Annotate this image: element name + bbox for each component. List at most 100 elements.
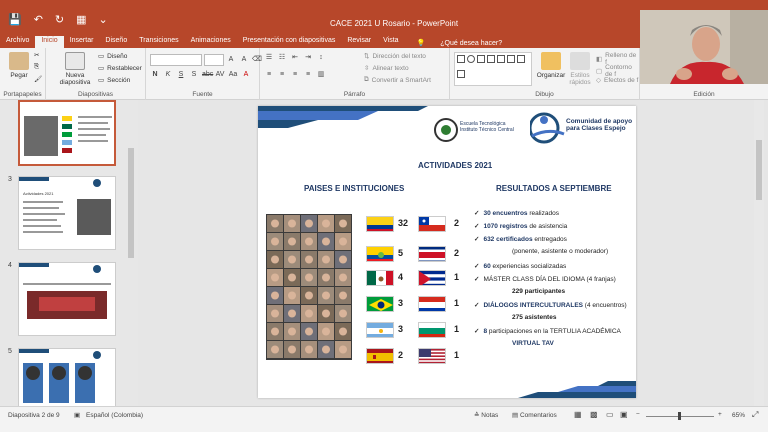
section-button[interactable]: ▭ Sección bbox=[98, 76, 130, 85]
flag-paraguay bbox=[418, 296, 446, 312]
numbering-icon[interactable]: ☷ bbox=[277, 53, 287, 63]
spelling-icon[interactable]: ▣ bbox=[74, 411, 80, 419]
thumbnail-scrollbar[interactable] bbox=[127, 100, 135, 406]
participant-face bbox=[305, 219, 313, 228]
align-text-button[interactable]: ⇳ Alinear texto bbox=[364, 64, 409, 73]
oval-shape-icon[interactable] bbox=[467, 55, 475, 63]
align-text-icon: ⇳ bbox=[364, 65, 370, 72]
participant-face bbox=[271, 309, 279, 318]
editor-scrollbar-thumb[interactable] bbox=[756, 140, 762, 200]
editor-scrollbar[interactable] bbox=[754, 100, 764, 406]
tab-animaciones[interactable]: Animaciones bbox=[185, 36, 237, 48]
copy-icon[interactable]: ⎘ bbox=[34, 63, 39, 71]
spacing-icon[interactable]: AV bbox=[215, 70, 225, 80]
undo-icon[interactable]: ↶ bbox=[34, 13, 43, 26]
result-item: ✓ MÁSTER CLASS DÍA DEL IDIOMA (4 franjas) bbox=[474, 276, 616, 283]
thumbnail-slide-3[interactable]: Actividades 2021 bbox=[18, 176, 116, 250]
zoom-slider-handle[interactable] bbox=[678, 412, 681, 420]
italic-icon[interactable]: K bbox=[163, 70, 173, 80]
layout-button[interactable]: ▭ Diseño bbox=[98, 52, 127, 61]
group-label-clipboard: Portapapeles bbox=[3, 91, 42, 98]
participant-face bbox=[322, 345, 330, 354]
smartart-button[interactable]: ⧉ Convertir a SmartArt bbox=[364, 76, 431, 84]
strikethrough-icon[interactable]: abc bbox=[202, 70, 213, 80]
current-slide[interactable]: Escuela Tecnológica Instituto Técnico Ce… bbox=[258, 106, 636, 398]
arrow-shape-icon[interactable] bbox=[487, 55, 495, 63]
zoom-level[interactable]: 65% bbox=[732, 412, 745, 419]
fit-slide-icon[interactable]: ⤢ bbox=[752, 410, 758, 420]
reset-button[interactable]: ▭ Restablecer bbox=[98, 64, 142, 73]
participant-face bbox=[339, 309, 347, 318]
shrink-font-icon[interactable]: A bbox=[239, 55, 249, 65]
decrease-indent-icon[interactable]: ⇤ bbox=[290, 53, 300, 63]
tell-me-box[interactable]: 💡 ¿Qué desea hacer? bbox=[405, 36, 515, 48]
tab-diseno[interactable]: Diseño bbox=[99, 36, 133, 48]
tab-inicio[interactable]: Inicio bbox=[35, 36, 64, 48]
font-size-field[interactable] bbox=[204, 54, 224, 66]
thumbnail-slide-2[interactable] bbox=[18, 100, 116, 166]
increase-indent-icon[interactable]: ⇥ bbox=[303, 53, 313, 63]
save-icon[interactable]: 💾 bbox=[8, 13, 22, 26]
align-left-icon[interactable]: ≡ bbox=[264, 70, 274, 80]
bold-icon[interactable]: N bbox=[150, 70, 160, 80]
font-color-icon[interactable]: A bbox=[241, 70, 251, 80]
smartart-label: Convertir a SmartArt bbox=[371, 76, 431, 84]
notes-button[interactable]: ≙ Notas bbox=[474, 411, 498, 419]
result-item: ✓ 30 encuentros realizados bbox=[474, 210, 559, 217]
rectangle-shape-icon[interactable] bbox=[457, 55, 465, 63]
zoom-out-icon[interactable]: − bbox=[636, 411, 640, 418]
case-icon[interactable]: Aa bbox=[228, 70, 238, 80]
line-shape-icon[interactable] bbox=[477, 55, 485, 63]
grow-font-icon[interactable]: A bbox=[226, 55, 236, 65]
tab-vista[interactable]: Vista bbox=[377, 36, 404, 48]
result-subitem: 275 asistentes bbox=[512, 314, 557, 321]
quick-styles-button[interactable]: Estilos rápidos bbox=[566, 52, 594, 86]
justify-icon[interactable]: ≡ bbox=[303, 70, 313, 80]
slide-sorter-icon[interactable]: ▩ bbox=[590, 410, 598, 419]
paste-button[interactable]: Pegar bbox=[6, 52, 32, 79]
tab-insertar[interactable]: Insertar bbox=[64, 36, 100, 48]
line-spacing-icon[interactable]: ↕ bbox=[316, 53, 326, 63]
flag-ecuador bbox=[366, 246, 394, 262]
tab-presentacion[interactable]: Presentación con diapositivas bbox=[237, 36, 342, 48]
curve-shape-icon[interactable] bbox=[517, 55, 525, 63]
participant-face bbox=[288, 273, 296, 282]
participant-face bbox=[271, 345, 279, 354]
triangle-shape-icon[interactable] bbox=[497, 55, 505, 63]
slideshow-view-icon[interactable]: ▣ bbox=[620, 410, 628, 419]
zoom-in-icon[interactable]: + bbox=[718, 411, 722, 418]
align-right-icon[interactable]: ≡ bbox=[290, 70, 300, 80]
tab-revisar[interactable]: Revisar bbox=[341, 36, 377, 48]
new-slide-button[interactable]: Nueva diapositiva bbox=[58, 52, 92, 86]
start-presentation-icon[interactable]: ▦ bbox=[76, 13, 86, 26]
thumbnail-scrollbar-thumb[interactable] bbox=[128, 148, 134, 258]
align-center-icon[interactable]: ≡ bbox=[277, 70, 287, 80]
reading-view-icon[interactable]: ▭ bbox=[606, 410, 614, 419]
language-indicator[interactable]: Español (Colombia) bbox=[86, 412, 143, 419]
shape-effects-button[interactable]: ◇ Efectos de f bbox=[596, 76, 638, 85]
star-shape-icon[interactable] bbox=[457, 70, 465, 78]
columns-icon[interactable]: ▥ bbox=[316, 70, 326, 80]
format-painter-icon[interactable]: 🖌 bbox=[34, 75, 42, 83]
underline-icon[interactable]: S bbox=[176, 70, 186, 80]
participant-face bbox=[305, 237, 313, 246]
text-direction-button[interactable]: ⇅ Dirección del texto bbox=[364, 52, 426, 61]
font-name-field[interactable] bbox=[150, 54, 202, 66]
tab-archivo[interactable]: Archivo bbox=[0, 36, 35, 48]
cut-icon[interactable]: ✂ bbox=[34, 51, 39, 59]
participant-face bbox=[271, 291, 279, 300]
redo-icon[interactable]: ↻ bbox=[55, 13, 64, 26]
thumbnail-slide-5[interactable] bbox=[18, 348, 116, 408]
participant-face bbox=[322, 273, 330, 282]
tab-transiciones[interactable]: Transiciones bbox=[133, 36, 184, 48]
customize-qat-icon[interactable]: ⌄ bbox=[99, 13, 108, 26]
arrange-button[interactable]: Organizar bbox=[536, 52, 566, 79]
normal-view-icon[interactable]: ▦ bbox=[574, 410, 582, 419]
participant-face bbox=[322, 291, 330, 300]
bullets-icon[interactable]: ☰ bbox=[264, 53, 274, 63]
comments-button[interactable]: ▤ Comentarios bbox=[512, 411, 557, 419]
shadow-icon[interactable]: S bbox=[189, 70, 199, 80]
textbox-shape-icon[interactable] bbox=[507, 55, 515, 63]
thumbnail-slide-4[interactable] bbox=[18, 262, 116, 336]
shapes-gallery[interactable] bbox=[454, 52, 532, 86]
